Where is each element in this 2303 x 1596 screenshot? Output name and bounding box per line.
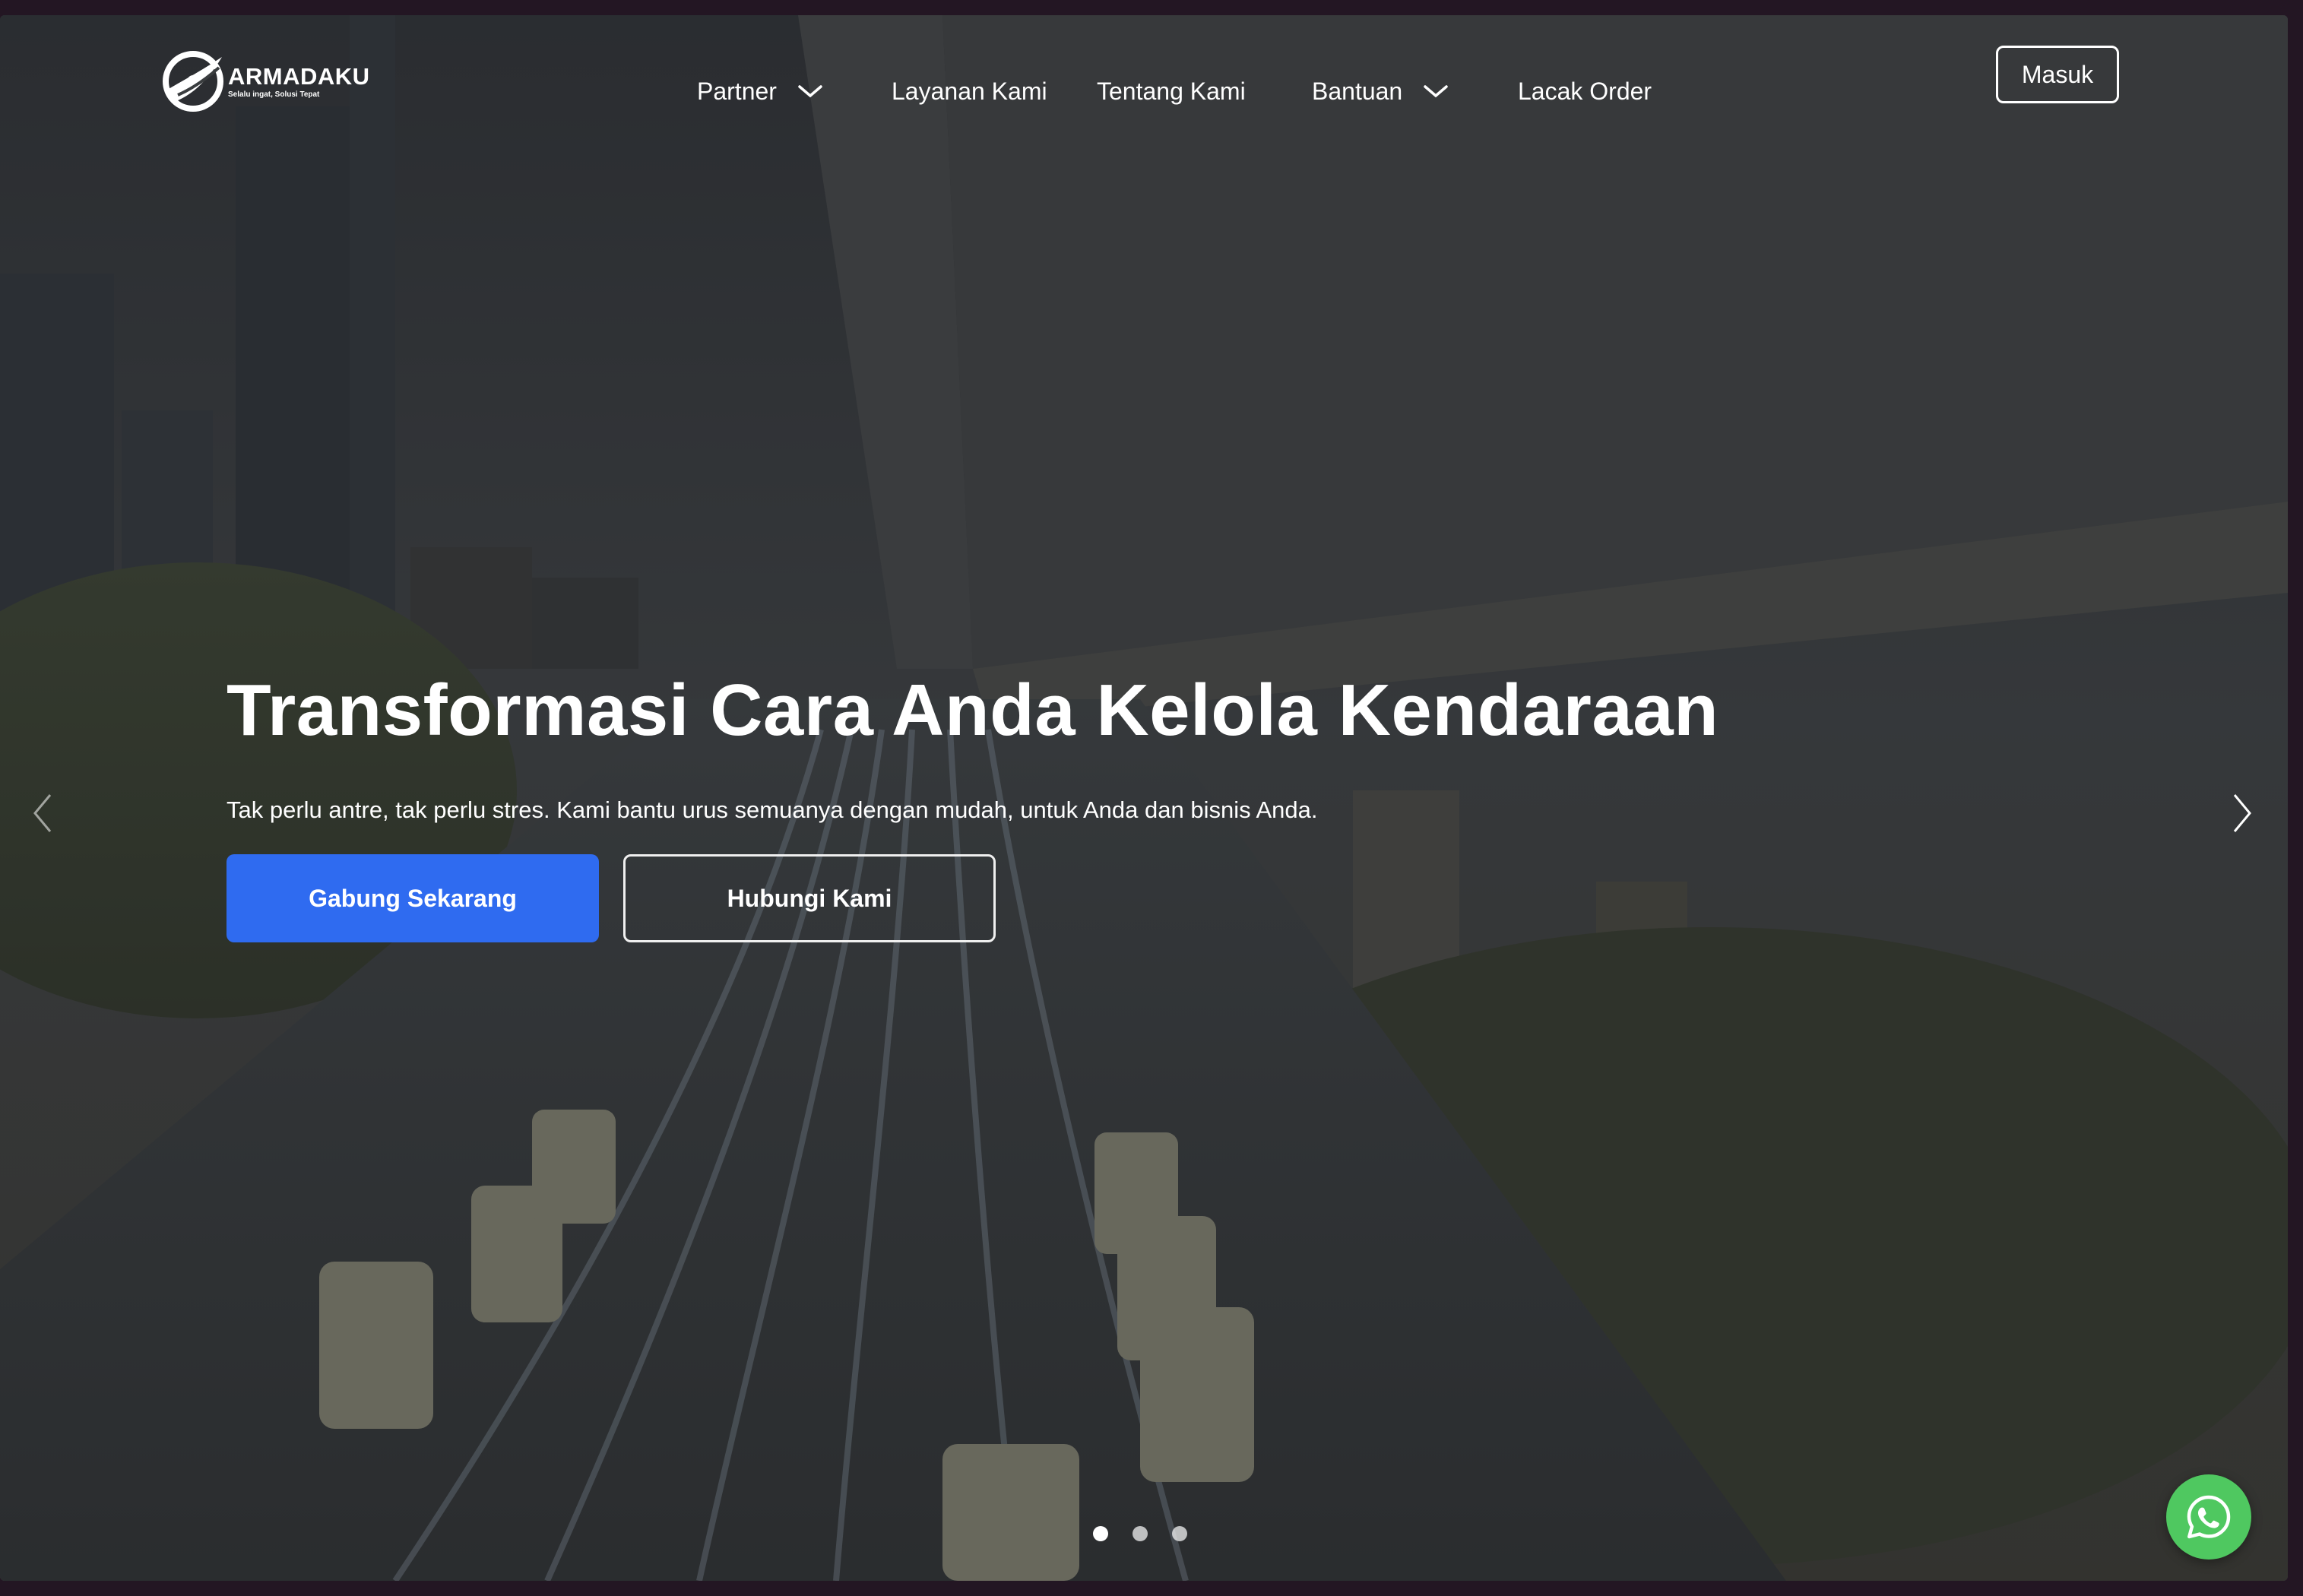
nav-item-tentang-kami[interactable]: Tentang Kami — [1097, 68, 1246, 114]
main-navigation: Partner Layanan Kami Tentang Kami Bantua… — [0, 68, 2288, 114]
whatsapp-chat-button[interactable] — [2166, 1474, 2251, 1560]
carousel-dot-2[interactable] — [1132, 1526, 1148, 1541]
nav-item-partner[interactable]: Partner — [697, 68, 824, 114]
nav-item-bantuan[interactable]: Bantuan — [1312, 68, 1449, 114]
chevron-right-icon[interactable] — [2227, 789, 2257, 838]
chevron-down-icon — [1424, 85, 1448, 98]
carousel-dot-1[interactable] — [1093, 1526, 1108, 1541]
nav-item-label: Bantuan — [1312, 77, 1403, 105]
nav-item-label: Tentang Kami — [1097, 77, 1246, 105]
carousel-dot-3[interactable] — [1172, 1526, 1187, 1541]
chevron-left-icon[interactable] — [27, 789, 58, 838]
login-button[interactable]: Masuk — [1996, 46, 2119, 103]
carousel-indicators — [1093, 1526, 1187, 1541]
nav-item-label: Lacak Order — [1518, 77, 1652, 105]
hero-title: Transformasi Cara Anda Kelola Kendaraan — [226, 670, 1719, 751]
join-now-button[interactable]: Gabung Sekarang — [226, 854, 599, 942]
nav-item-layanan-kami[interactable]: Layanan Kami — [892, 68, 1047, 114]
hero-subtitle: Tak perlu antre, tak perlu stres. Kami b… — [226, 796, 1318, 823]
whatsapp-icon — [2187, 1495, 2231, 1539]
nav-item-label: Layanan Kami — [892, 77, 1047, 105]
contact-us-button[interactable]: Hubungi Kami — [623, 854, 996, 942]
nav-item-lacak-order[interactable]: Lacak Order — [1518, 68, 1652, 114]
nav-item-label: Partner — [697, 77, 777, 105]
browser-viewport: ARMADAKU Selalu ingat, Solusi Tepat Part… — [0, 15, 2288, 1581]
chevron-down-icon — [798, 85, 822, 98]
